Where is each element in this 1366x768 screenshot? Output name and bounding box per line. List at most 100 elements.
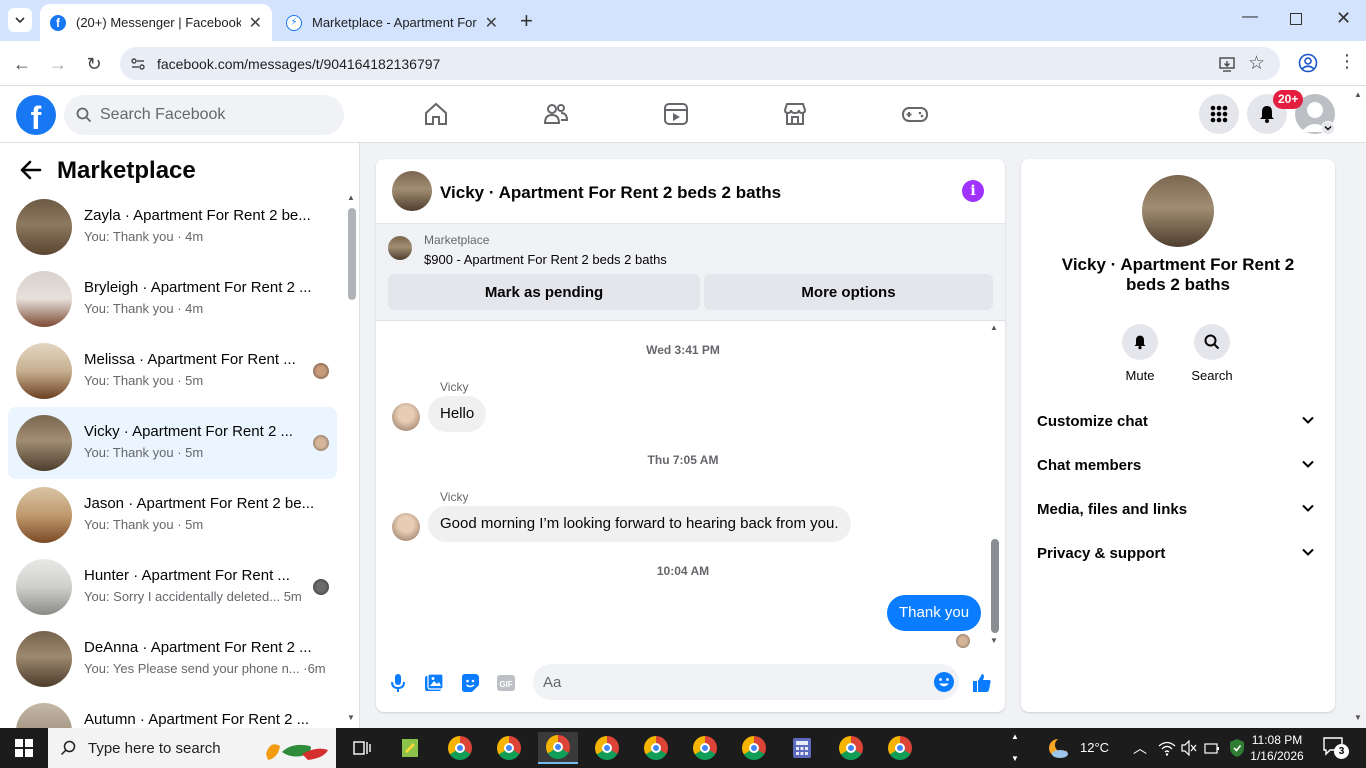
- taskbar-app-chrome-active[interactable]: [538, 732, 578, 764]
- taskbar-app-calculator[interactable]: [782, 732, 822, 764]
- listing-thumbnail[interactable]: [388, 236, 412, 260]
- maximize-button[interactable]: [1290, 13, 1302, 25]
- taskbar-clock[interactable]: 11:08 PM 1/16/2026: [1246, 732, 1308, 764]
- weather-moon-icon[interactable]: [1046, 736, 1070, 760]
- customize-chat-section[interactable]: Customize chat: [1029, 399, 1327, 443]
- media-files-links-section[interactable]: Media, files and links: [1029, 487, 1327, 531]
- profile-icon[interactable]: [1298, 53, 1318, 78]
- chat-scroll-up-icon[interactable]: ▲: [990, 323, 998, 332]
- conversation-item[interactable]: Melissa · Apartment For Rent ... You: Th…: [8, 335, 337, 407]
- taskbar-scroll-up-icon[interactable]: ▲: [1011, 732, 1019, 741]
- volume-muted-icon[interactable]: [1181, 740, 1197, 756]
- sender-avatar[interactable]: [392, 513, 420, 541]
- info-icon[interactable]: i: [962, 180, 984, 202]
- taskbar-search-input[interactable]: Type here to search: [48, 728, 336, 768]
- scroll-up-arrow-icon[interactable]: ▲: [347, 193, 355, 202]
- mute-button[interactable]: Mute: [1110, 324, 1170, 383]
- taskbar-app-chrome[interactable]: [440, 732, 480, 764]
- notification-center-button[interactable]: 3: [1322, 736, 1350, 760]
- conversation-preview: You: Thank you · 5m: [84, 445, 204, 460]
- reload-button[interactable]: ↻: [81, 51, 107, 77]
- sticker-icon[interactable]: [458, 671, 482, 695]
- outgoing-message-bubble[interactable]: Thank you: [887, 595, 982, 631]
- battery-plug-icon[interactable]: [1204, 740, 1220, 756]
- taskbar-app-chrome[interactable]: [685, 732, 725, 764]
- calculator-icon: [793, 738, 811, 758]
- start-button[interactable]: [0, 728, 48, 768]
- thumbs-up-icon[interactable]: [970, 671, 994, 695]
- back-arrow-icon[interactable]: [20, 159, 42, 187]
- taskbar-app-chrome[interactable]: [831, 732, 871, 764]
- tab-marketplace[interactable]: ⚡ Marketplace - Apartment For Re ✕: [276, 4, 508, 41]
- privacy-support-section[interactable]: Privacy & support: [1029, 531, 1327, 575]
- emoji-icon[interactable]: [933, 671, 955, 693]
- menu-grid-button[interactable]: [1199, 94, 1239, 134]
- conversation-item[interactable]: Hunter · Apartment For Rent ... You: Sor…: [8, 551, 337, 623]
- account-menu-chevron-icon[interactable]: [1321, 121, 1335, 135]
- conversation-item[interactable]: Bryleigh · Apartment For Rent 2 ... You:…: [8, 263, 337, 335]
- conversation-item[interactable]: DeAnna · Apartment For Rent 2 ... You: Y…: [8, 623, 337, 695]
- gif-icon[interactable]: GIF: [494, 671, 518, 695]
- show-hidden-icons-chevron-icon[interactable]: ︿: [1133, 738, 1147, 758]
- taskbar-app-chrome[interactable]: [636, 732, 676, 764]
- tab-search-button[interactable]: [8, 8, 32, 32]
- chat-title[interactable]: Vicky · Apartment For Rent 2 beds 2 bath…: [440, 183, 781, 203]
- taskbar-app-notepad[interactable]: [390, 732, 430, 764]
- back-button[interactable]: ←: [9, 51, 35, 77]
- message-timestamp: Thu 7:05 AM: [647, 453, 719, 467]
- close-window-button[interactable]: ✕: [1336, 8, 1351, 29]
- security-shield-icon[interactable]: [1228, 738, 1246, 758]
- taskbar-app-chrome[interactable]: [587, 732, 627, 764]
- photo-icon[interactable]: [422, 671, 446, 695]
- scrollbar-thumb[interactable]: [348, 208, 356, 300]
- listing-title[interactable]: $900 - Apartment For Rent 2 beds 2 baths: [424, 252, 667, 267]
- marketplace-icon[interactable]: [781, 100, 809, 128]
- friends-icon[interactable]: [542, 100, 570, 128]
- watch-icon[interactable]: [662, 100, 690, 128]
- sender-avatar[interactable]: [392, 403, 420, 431]
- forward-button[interactable]: →: [45, 51, 71, 77]
- wifi-icon[interactable]: [1158, 740, 1176, 756]
- conversation-item[interactable]: Zayla · Apartment For Rent 2 be... You: …: [8, 191, 337, 263]
- chevron-down-icon: [1302, 548, 1314, 556]
- incoming-message-bubble[interactable]: Hello: [428, 396, 487, 432]
- minimize-button[interactable]: —: [1242, 8, 1258, 26]
- peppers-decoration-icon: [266, 744, 328, 760]
- facebook-search-input[interactable]: Search Facebook: [64, 95, 344, 135]
- scroll-down-arrow-icon[interactable]: ▼: [347, 713, 355, 722]
- close-tab-icon[interactable]: ✕: [249, 13, 262, 33]
- install-app-icon[interactable]: [1218, 55, 1236, 76]
- new-tab-button[interactable]: +: [520, 8, 533, 34]
- weather-temperature[interactable]: 12°C: [1080, 740, 1109, 755]
- taskbar-scroll-down-icon[interactable]: ▼: [1011, 754, 1019, 763]
- home-icon[interactable]: [422, 100, 450, 128]
- chat-scroll-down-icon[interactable]: ▼: [990, 636, 998, 645]
- close-tab-icon[interactable]: ✕: [485, 13, 498, 33]
- browser-menu-icon[interactable]: ⋮: [1338, 51, 1356, 72]
- address-bar[interactable]: facebook.com/messages/t/904164182136797 …: [120, 47, 1280, 80]
- chat-members-section[interactable]: Chat members: [1029, 443, 1327, 487]
- chat-scrollbar-thumb[interactable]: [991, 539, 999, 633]
- message-input[interactable]: Aa: [533, 664, 959, 700]
- task-view-button[interactable]: [342, 732, 382, 764]
- search-in-conversation-button[interactable]: Search: [1182, 324, 1242, 383]
- page-scroll-down-icon[interactable]: ▼: [1354, 713, 1362, 722]
- taskbar-app-chrome[interactable]: [880, 732, 920, 764]
- more-options-button[interactable]: More options: [704, 274, 993, 310]
- chat-avatar[interactable]: [392, 171, 432, 211]
- microphone-icon[interactable]: [386, 671, 410, 695]
- gaming-icon[interactable]: [901, 100, 929, 128]
- bookmark-star-icon[interactable]: ☆: [1248, 52, 1265, 75]
- tab-messenger[interactable]: f (20+) Messenger | Facebook ✕: [40, 4, 272, 41]
- mark-as-pending-button[interactable]: Mark as pending: [388, 274, 700, 310]
- conversation-item[interactable]: Jason · Apartment For Rent 2 be... You: …: [8, 479, 337, 551]
- conversation-item[interactable]: Autumn · Apartment For Rent 2 ...: [8, 695, 337, 728]
- site-info-icon[interactable]: [130, 56, 146, 75]
- facebook-logo-icon[interactable]: f: [16, 95, 56, 135]
- incoming-message-bubble[interactable]: Good morning I’m looking forward to hear…: [428, 506, 851, 542]
- page-scroll-up-icon[interactable]: ▲: [1354, 90, 1362, 99]
- conversation-item-selected[interactable]: Vicky · Apartment For Rent 2 ... You: Th…: [8, 407, 337, 479]
- taskbar-app-chrome[interactable]: [734, 732, 774, 764]
- contact-avatar[interactable]: [1142, 175, 1214, 247]
- taskbar-app-chrome[interactable]: [489, 732, 529, 764]
